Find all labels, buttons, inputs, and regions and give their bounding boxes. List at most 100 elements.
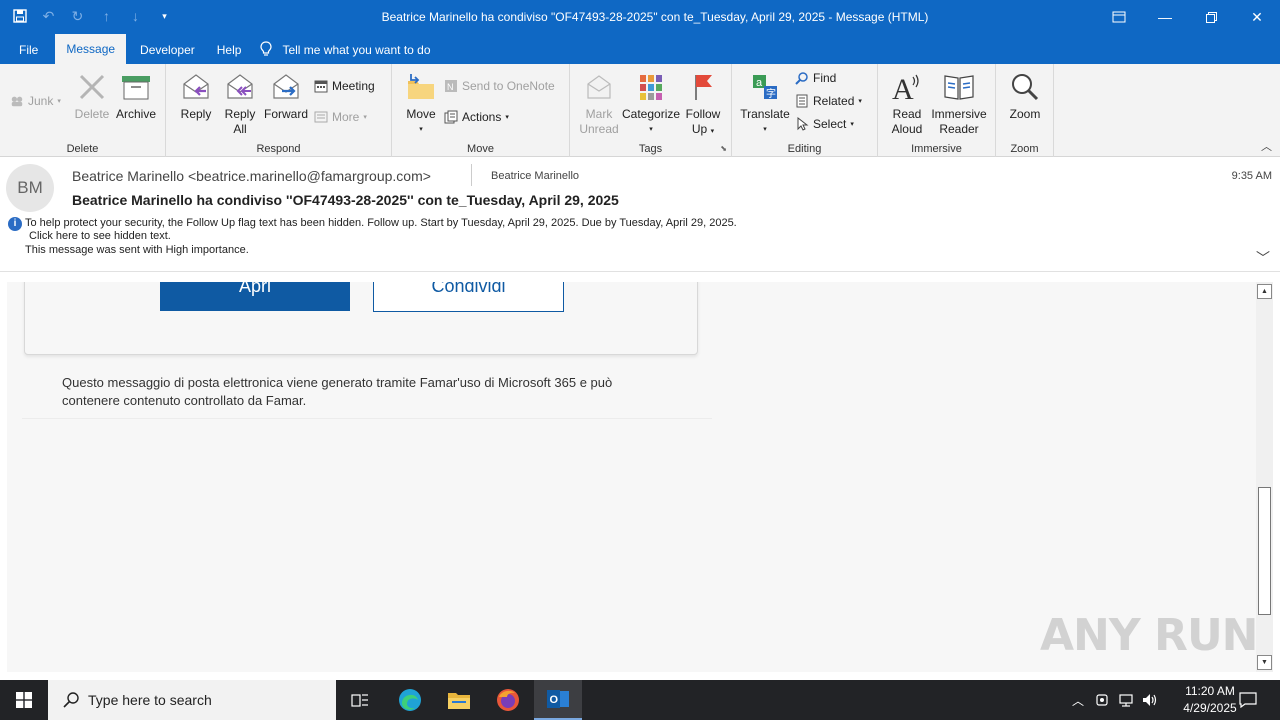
forward-button[interactable]: Forward [262,70,310,122]
immersive-reader-icon [942,70,976,104]
move-button[interactable]: Move ▾ [402,70,440,137]
mark-unread-icon [582,70,616,104]
tab-file[interactable]: File [8,36,49,64]
message-header: BM Beatrice Marinello <beatrice.marinell… [0,158,1280,272]
minimize-icon[interactable]: — [1142,0,1188,34]
edge-browser-icon[interactable] [386,680,434,720]
mark-unread-label-1: Mark [585,107,613,121]
chevron-down-icon: ▾ [57,98,61,105]
tab-developer[interactable]: Developer [129,36,206,64]
delete-icon [75,70,109,104]
taskbar-search[interactable]: Type here to search [48,680,336,720]
svg-text:a: a [756,77,763,89]
tab-message[interactable]: Message [55,34,127,64]
sender[interactable]: Beatrice Marinello <beatrice.marinello@f… [72,168,431,184]
group-label-tags: Tags [638,143,663,155]
reply-button[interactable]: Reply [176,70,216,122]
open-button[interactable]: Apri [160,282,350,311]
maximize-icon[interactable] [1188,0,1234,34]
avatar[interactable]: BM [6,164,54,212]
more-label: More [332,110,360,124]
scroll-up-icon[interactable]: ▲ [1257,284,1272,299]
ribbon-display-options-icon[interactable] [1096,0,1142,34]
svg-text:N: N [447,82,454,92]
follow-up-label-2: Up [691,122,708,136]
delete-button[interactable]: Delete [74,70,110,122]
chevron-down-icon: ▾ [710,128,715,135]
move-label: Move [406,107,436,121]
tab-help[interactable]: Help [206,36,253,64]
reply-all-label-1: Reply [224,107,256,121]
onenote-icon: N [444,79,458,93]
select-button[interactable]: Select ▾ [795,115,854,133]
share-button[interactable]: Condividi [373,282,564,312]
recipient[interactable]: Beatrice Marinello [491,170,579,182]
send-to-onenote-button[interactable]: N Send to OneNote [444,77,555,95]
read-aloud-label-2: Aloud [891,122,923,136]
immersive-reader-button[interactable]: Immersive Reader [930,70,988,137]
group-label-respond: Respond [256,143,301,155]
actions-button[interactable]: Actions ▾ [444,108,509,126]
follow-up-label-1: Follow [685,107,721,121]
file-explorer-icon[interactable] [435,680,483,720]
junk-button[interactable]: Junk ▾ [10,92,61,110]
info-line-followup: To help protect your security, the Follo… [25,217,737,229]
footer-notice: Questo messaggio di posta elettronica vi… [62,375,613,408]
junk-icon [10,94,24,108]
show-hidden-icons-icon[interactable]: ︿ [1068,680,1088,720]
reply-all-button[interactable]: Reply All [220,70,260,137]
find-icon [795,71,809,85]
archive-button[interactable]: Archive [114,70,158,122]
tell-me-search[interactable]: Tell me what you want to do [260,36,431,64]
group-label-immersive: Immersive [911,143,962,155]
meeting-button[interactable]: Meeting [314,77,375,95]
ribbon-tabs: File Message Developer Help Tell me what… [0,34,1280,64]
read-aloud-button[interactable]: A Read Aloud [884,70,930,137]
categorize-button[interactable]: Categorize ▾ [622,70,680,137]
meeting-icon [314,79,328,93]
reply-all-icon [223,70,257,104]
find-button[interactable]: Find [795,69,836,87]
follow-up-button[interactable]: Follow Up ▾ [682,70,724,139]
windows-logo-icon [16,692,32,708]
send-to-onenote-label: Send to OneNote [462,79,555,93]
related-button[interactable]: Related ▾ [795,92,862,110]
group-delete: Junk ▾ Delete Archive Delete [0,64,166,157]
zoom-icon [1008,70,1042,104]
tell-me-label: Tell me what you want to do [282,43,431,57]
mark-unread-button[interactable]: Mark Unread [578,70,620,137]
chevron-down-icon: ▾ [505,114,509,121]
chevron-down-icon: ▾ [649,126,653,133]
translate-label: Translate [740,107,790,121]
vertical-scrollbar[interactable]: ▲ ▼ [1256,282,1273,672]
more-respond-button[interactable]: More ▾ [314,108,367,126]
task-view-icon[interactable] [336,680,384,720]
network-icon[interactable] [1116,680,1136,720]
reply-label: Reply [180,107,212,121]
group-move: Move ▾ N Send to OneNote Actions ▾ Move [392,64,570,157]
select-cursor-icon [795,117,809,131]
group-tags: Mark Unread Categorize ▾ Follow Up ▾ ⬊ T… [570,64,732,157]
immersive-reader-label-2: Reader [939,122,979,136]
chevron-down-icon: ▾ [363,114,367,121]
expand-header-icon[interactable]: ﹀ [1256,248,1270,268]
meeting-label: Meeting [332,79,375,93]
collapse-ribbon-icon[interactable]: ︿ [1261,138,1272,154]
translate-button[interactable]: a字 Translate ▾ [740,70,790,137]
scrollbar-thumb[interactable] [1258,487,1271,615]
start-button[interactable] [0,680,48,720]
volume-icon[interactable] [1140,680,1160,720]
outlook-taskbar-icon[interactable]: O [534,680,582,720]
scroll-down-icon[interactable]: ▼ [1257,655,1272,670]
chevron-down-icon: ▾ [763,126,767,133]
close-icon[interactable]: ✕ [1234,0,1280,34]
notifications-icon[interactable] [1234,680,1262,720]
firefox-icon[interactable] [484,680,532,720]
zoom-button[interactable]: Zoom [1004,70,1046,122]
group-label-zoom: Zoom [1010,143,1039,155]
move-folder-icon [404,70,438,104]
read-aloud-icon: A [890,70,924,104]
info-line-hidden-text[interactable]: Click here to see hidden text. [29,230,171,244]
mark-unread-label-2: Unread [579,122,619,136]
security-icon[interactable] [1092,680,1112,720]
